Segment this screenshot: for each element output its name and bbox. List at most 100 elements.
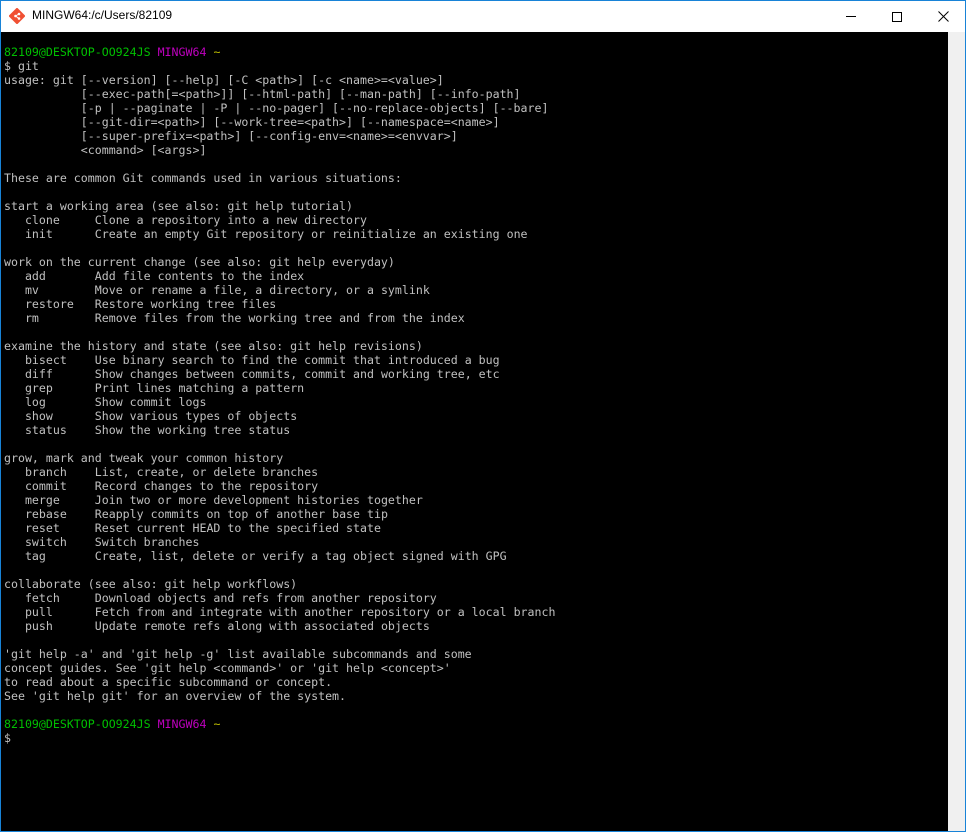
command-row: status Show the working tree status bbox=[4, 423, 948, 437]
scrollbar-track[interactable] bbox=[948, 49, 965, 814]
usage-text: [--exec-path[=<path>]] [--html-path] [--… bbox=[4, 87, 521, 101]
terminal-window: MINGW64:/c/Users/82109 82109@DESKTOP-OO9… bbox=[0, 0, 966, 832]
command-row: rm Remove files from the working tree an… bbox=[4, 311, 948, 325]
command-description: Use binary search to find the commit tha… bbox=[94, 353, 500, 367]
intro-text: These are common Git commands used in va… bbox=[4, 171, 402, 185]
command-description: Switch branches bbox=[94, 535, 200, 549]
command-row: init Create an empty Git repository or r… bbox=[4, 227, 948, 241]
section-heading: start a working area (see also: git help… bbox=[4, 199, 948, 213]
command-name: init bbox=[24, 227, 95, 241]
prompt-user-host: 82109@DESKTOP-OO924JS bbox=[4, 717, 151, 731]
section-heading-text: start a working area (see also: git help… bbox=[4, 199, 354, 213]
prompt-path: ~ bbox=[213, 717, 221, 731]
command-description: Clone a repository into a new directory bbox=[94, 213, 367, 227]
command-row: pull Fetch from and integrate with anoth… bbox=[4, 605, 948, 619]
command-name: rebase bbox=[24, 507, 95, 521]
command-row: diff Show changes between commits, commi… bbox=[4, 367, 948, 381]
footer-line: concept guides. See 'git help <command>'… bbox=[4, 661, 948, 675]
command-description: Create, list, delete or verify a tag obj… bbox=[94, 549, 507, 563]
command-description: Record changes to the repository bbox=[94, 479, 319, 493]
command-row: merge Join two or more development histo… bbox=[4, 493, 948, 507]
command-name: tag bbox=[24, 549, 95, 563]
command-row: rebase Reapply commits on top of another… bbox=[4, 507, 948, 521]
command-row: commit Record changes to the repository bbox=[4, 479, 948, 493]
section-heading-text: grow, mark and tweak your common history bbox=[4, 451, 284, 465]
command-description: Fetch from and integrate with another re… bbox=[94, 605, 556, 619]
command-row: clone Clone a repository into a new dire… bbox=[4, 213, 948, 227]
command-description: Update remote refs along with associated… bbox=[94, 619, 430, 633]
command-description: Show various types of objects bbox=[94, 409, 298, 423]
command-name: bisect bbox=[24, 353, 95, 367]
section-heading: grow, mark and tweak your common history bbox=[4, 451, 948, 465]
command-name: switch bbox=[24, 535, 95, 549]
command-row: fetch Download objects and refs from ano… bbox=[4, 591, 948, 605]
maximize-button[interactable] bbox=[874, 1, 920, 32]
command-name: reset bbox=[24, 521, 95, 535]
section-heading-text: collaborate (see also: git help workflow… bbox=[4, 577, 298, 591]
command-name: status bbox=[24, 423, 95, 437]
command-row: add Add file contents to the index bbox=[4, 269, 948, 283]
command-description: Create an empty Git repository or reinit… bbox=[94, 227, 528, 241]
usage-text: [-p | --paginate | -P | --no-pager] [--n… bbox=[4, 101, 549, 115]
title-bar[interactable]: MINGW64:/c/Users/82109 bbox=[1, 1, 965, 32]
command-description: Show commit logs bbox=[94, 395, 207, 409]
usage-line: [--super-prefix=<path>] [--config-env=<n… bbox=[4, 129, 948, 143]
command-row: restore Restore working tree files bbox=[4, 297, 948, 311]
section-heading-text: examine the history and state (see also:… bbox=[4, 339, 423, 353]
terminal-text: 82109@DESKTOP-OO924JS MINGW64 ~ $ git usag… bbox=[4, 45, 948, 745]
usage-text: [--super-prefix=<path>] [--config-env=<n… bbox=[4, 129, 458, 143]
command-name: restore bbox=[24, 297, 95, 311]
command-description: Reapply commits on top of another base t… bbox=[94, 507, 388, 521]
command-row: grep Print lines matching a pattern bbox=[4, 381, 948, 395]
usage-text: [--git-dir=<path>] [--work-tree=<path>] … bbox=[4, 115, 500, 129]
vertical-scrollbar[interactable] bbox=[948, 32, 965, 831]
command-name: rm bbox=[24, 311, 95, 325]
terminal-output[interactable]: 82109@DESKTOP-OO924JS MINGW64 ~ $ git usag… bbox=[1, 32, 948, 831]
prompt-system: MINGW64 bbox=[157, 717, 207, 731]
minimize-button[interactable] bbox=[828, 1, 874, 32]
close-button[interactable] bbox=[920, 1, 966, 32]
usage-text: usage: git [--version] [--help] [-C <pat… bbox=[4, 73, 444, 87]
command-description: Move or rename a file, a directory, or a… bbox=[94, 283, 430, 297]
command-name: mv bbox=[24, 283, 95, 297]
command-name: commit bbox=[24, 479, 95, 493]
footer-line: See 'git help git' for an overview of th… bbox=[4, 689, 948, 703]
command-row: reset Reset current HEAD to the specifie… bbox=[4, 521, 948, 535]
command-row: log Show commit logs bbox=[4, 395, 948, 409]
command-description: Remove files from the working tree and f… bbox=[94, 311, 465, 325]
footer-text: See 'git help git' for an overview of th… bbox=[4, 689, 347, 703]
command-row: bisect Use binary search to find the com… bbox=[4, 353, 948, 367]
command-name: clone bbox=[24, 213, 95, 227]
command-name: show bbox=[24, 409, 95, 423]
prompt-user-host: 82109@DESKTOP-OO924JS bbox=[4, 45, 151, 59]
usage-line: [--exec-path[=<path>]] [--html-path] [--… bbox=[4, 87, 948, 101]
command-row: branch List, create, or delete branches bbox=[4, 465, 948, 479]
cursor-line: $ bbox=[4, 731, 948, 745]
command-description: Join two or more development histories t… bbox=[94, 493, 423, 507]
footer-text: concept guides. See 'git help <command>'… bbox=[4, 661, 451, 675]
usage-text: <command> [<args>] bbox=[4, 143, 207, 157]
section-heading: examine the history and state (see also:… bbox=[4, 339, 948, 353]
command-name: grep bbox=[24, 381, 95, 395]
close-icon bbox=[937, 11, 949, 22]
footer-text: to read about a specific subcommand or c… bbox=[4, 675, 333, 689]
maximize-icon bbox=[892, 11, 902, 22]
usage-line: usage: git [--version] [--help] [-C <pat… bbox=[4, 73, 948, 87]
footer-line: to read about a specific subcommand or c… bbox=[4, 675, 948, 689]
minimize-icon bbox=[846, 16, 856, 17]
section-heading-text: work on the current change (see also: gi… bbox=[4, 255, 395, 269]
usage-line: <command> [<args>] bbox=[4, 143, 948, 157]
command-name: add bbox=[24, 269, 95, 283]
command-name: branch bbox=[24, 465, 95, 479]
footer-text: 'git help -a' and 'git help -g' list ava… bbox=[4, 647, 472, 661]
command-description: Print lines matching a pattern bbox=[94, 381, 305, 395]
usage-line: [-p | --paginate | -P | --no-pager] [--n… bbox=[4, 101, 948, 115]
window-title: MINGW64:/c/Users/82109 bbox=[32, 8, 173, 22]
command-description: Show the working tree status bbox=[94, 423, 291, 437]
